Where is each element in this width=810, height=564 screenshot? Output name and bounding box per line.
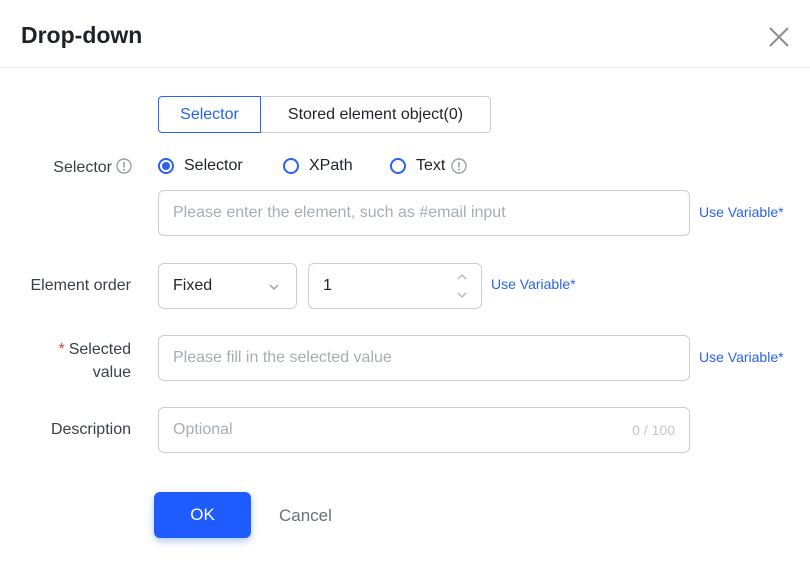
dropdown-dialog: Drop-down Selector Stored element object… <box>0 0 810 564</box>
radio-selector-label: Selector <box>184 157 243 174</box>
ok-button[interactable]: OK <box>154 492 251 538</box>
cancel-button[interactable]: Cancel <box>279 506 332 526</box>
info-icon[interactable] <box>116 158 132 174</box>
selector-input-placeholder: Please enter the element, such as #email… <box>173 204 506 221</box>
stepper-icon[interactable] <box>455 270 469 302</box>
character-counter: 0 / 100 <box>632 422 675 438</box>
element-order-mode-value: Fixed <box>173 277 213 294</box>
chevron-down-icon <box>268 280 280 292</box>
description-placeholder: Optional <box>173 421 233 438</box>
radio-xpath-label: XPath <box>309 157 353 174</box>
dialog-title: Drop-down <box>21 22 143 48</box>
element-order-label: Element order <box>30 277 132 294</box>
close-icon[interactable] <box>766 24 792 50</box>
selector-type-tabs: Selector Stored element object(0) <box>158 96 491 133</box>
radio-xpath[interactable]: XPath <box>283 157 353 175</box>
tab-stored-element-object[interactable]: Stored element object(0) <box>260 96 491 133</box>
description-label: Description <box>50 421 131 438</box>
element-order-number-input[interactable]: 1 <box>308 263 482 309</box>
radio-unchecked-icon <box>283 158 299 174</box>
radio-text-label: Text <box>416 157 446 174</box>
radio-checked-icon <box>158 158 174 174</box>
radio-unchecked-icon <box>390 158 406 174</box>
use-variable-link-selector[interactable]: Use Variable* <box>699 204 784 220</box>
selected-value-label-line1: Selected <box>68 341 131 358</box>
selected-value-label-line2: value <box>92 364 131 381</box>
selected-value-input[interactable]: Please fill in the selected value <box>158 335 690 381</box>
selector-input[interactable]: Please enter the element, such as #email… <box>158 190 690 236</box>
tab-selector[interactable]: Selector <box>158 96 261 133</box>
element-order-number-value: 1 <box>323 277 332 294</box>
selector-label-text: Selector <box>53 159 112 176</box>
description-input[interactable]: Optional 0 / 100 <box>158 407 690 453</box>
use-variable-link-order[interactable]: Use Variable* <box>491 276 576 292</box>
radio-text[interactable]: Text <box>390 157 468 175</box>
use-variable-link-selected-value[interactable]: Use Variable* <box>699 349 784 365</box>
element-order-mode-select[interactable]: Fixed <box>158 263 297 309</box>
radio-selector[interactable]: Selector <box>158 157 243 175</box>
selector-label: Selector <box>30 158 132 177</box>
selected-value-label: * Selected value <box>30 338 132 384</box>
selected-value-placeholder: Please fill in the selected value <box>173 349 392 366</box>
info-icon[interactable] <box>451 158 468 174</box>
required-mark: * <box>58 341 65 358</box>
dialog-header: Drop-down <box>0 0 810 68</box>
